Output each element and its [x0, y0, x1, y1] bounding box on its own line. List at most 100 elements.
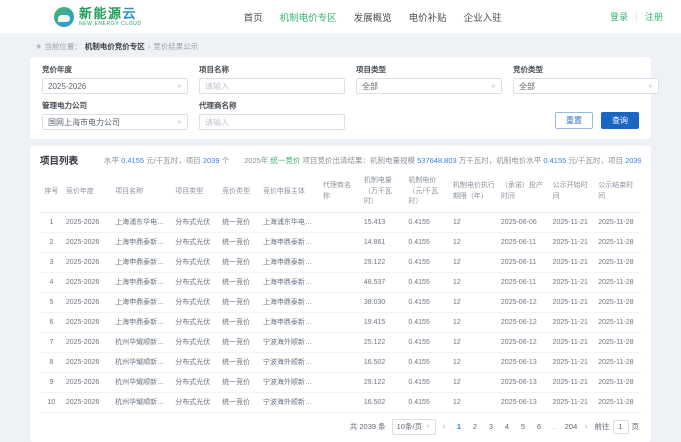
agent-name-input[interactable]: 请输入	[199, 114, 345, 130]
cell-exec-years: 12	[449, 272, 498, 293]
cell-mech-price: 0.4155	[405, 232, 450, 253]
cell-commission-time: 2025-06-12	[497, 332, 550, 353]
cell-index: 1	[40, 212, 63, 233]
cell-commission-time: 2025-06-13	[497, 392, 550, 413]
cell-bid-year: 2025-2026	[62, 292, 113, 313]
cell-agent-name	[320, 372, 361, 393]
goto-page-input[interactable]: 1	[612, 419, 629, 434]
nav-item-enterprise-join[interactable]: 企业入驻	[464, 10, 502, 24]
page-button-3[interactable]: 3	[485, 420, 498, 434]
cell-project-name: 杭州华耀顺新能...	[112, 372, 173, 393]
page-button-6[interactable]: 6	[533, 420, 546, 434]
table-row: 4 2025-2026 上海申鼎泰新能... 分布式光伏 统一竞价 上海申鼎泰新能... 4…	[40, 272, 641, 293]
cell-mech-energy: 38.030	[360, 292, 406, 313]
cell-agent-name	[320, 392, 361, 413]
cell-publish-start: 2025-11-21	[549, 332, 596, 353]
nav-item-price-subsidy[interactable]: 电价补贴	[409, 10, 447, 24]
cell-mech-price: 0.4155	[405, 392, 450, 413]
page-button-2[interactable]: 2	[469, 420, 482, 434]
cell-bid-type: 统一竞价	[219, 332, 260, 353]
reset-button[interactable]: 重置	[555, 112, 593, 129]
result-ticker: 水平 0.4155 元/千瓦时，项目 2039 个 2025年 统一竞价 项目竞…	[104, 155, 641, 166]
project-name-value: 请输入	[205, 81, 229, 91]
table-row: 10 2025-2026 杭州华耀顺新能... 分布式光伏 统一竞价 宁波海外顺新能...…	[40, 392, 641, 413]
filter-label-bid-year: 竞价年度	[42, 65, 72, 74]
cell-publish-start: 2025-11-21	[549, 212, 596, 233]
top-bar: 新能源云 NEW ENERGY CLOUD 首页 机制电价专区 发展概览 电价补贴 企业…	[0, 0, 681, 34]
cell-exec-years: 12	[449, 352, 498, 373]
cell-publish-start: 2025-11-21	[549, 232, 596, 253]
cell-mech-energy: 16.502	[360, 352, 406, 373]
logo[interactable]: 新能源云 NEW ENERGY CLOUD	[54, 5, 142, 27]
cell-publish-start: 2025-11-21	[549, 292, 596, 313]
table-row: 9 2025-2026 杭州华耀顺新能... 分布式光伏 统一竞价 宁波海外顺新能... 2…	[40, 372, 641, 393]
cell-bid-type: 统一竞价	[219, 272, 260, 293]
cell-mech-energy: 16.502	[360, 392, 406, 413]
breadcrumb: ◉ 当前位置： 机制电价竞价专区 › 竞价结果公示	[0, 34, 681, 57]
result-list-panel: 项目列表 水平 0.4155 元/千瓦时，项目 2039 个 2025年 统一竞…	[30, 146, 651, 442]
cell-bid-year: 2025-2026	[62, 372, 113, 393]
filter-label-power-company: 管理电力公司	[42, 101, 87, 110]
cell-declare-entity: 宁波海外顺新能...	[259, 352, 321, 373]
cell-mech-energy: 29.122	[360, 372, 406, 393]
page-button-4[interactable]: 4	[501, 420, 514, 434]
page-ellipsis: ...	[551, 422, 559, 431]
cell-commission-time: 2025-06-11	[497, 272, 550, 293]
page-size-value: 10条/页	[396, 422, 423, 431]
filter-field-agent-name: 代理商名称 请输入	[199, 100, 345, 130]
breadcrumb-section[interactable]: 机制电价竞价专区	[85, 41, 145, 52]
project-type-select[interactable]: 全部 ∨	[356, 78, 502, 94]
bid-year-select[interactable]: 2025-2026 ∨	[42, 78, 188, 94]
ticker-segment: 2039	[202, 155, 220, 165]
cell-index: 2	[40, 232, 63, 253]
register-link[interactable]: 注册	[645, 10, 663, 23]
next-page-button[interactable]: ›	[584, 422, 589, 431]
search-button[interactable]: 查询	[601, 112, 639, 129]
cell-bid-type: 统一竞价	[219, 292, 260, 313]
cell-agent-name	[320, 252, 361, 273]
location-icon: ◉	[36, 43, 42, 50]
header-cell-publish-end: 公示结束时间	[595, 172, 641, 213]
cell-index: 5	[40, 292, 63, 313]
page-size-select[interactable]: 10条/页 ∨	[391, 418, 436, 435]
power-company-value: 国网上海市电力公司	[48, 117, 120, 127]
cell-index: 7	[40, 332, 63, 353]
project-name-input[interactable]: 请输入	[199, 78, 345, 94]
page-button-1[interactable]: 1	[453, 420, 466, 434]
nav-item-mechanism-price[interactable]: 机制电价专区	[280, 10, 337, 24]
page-button-204[interactable]: 204	[565, 420, 578, 434]
cell-bid-year: 2025-2026	[62, 392, 113, 413]
nav-item-home[interactable]: 首页	[244, 10, 263, 24]
power-company-select[interactable]: 国网上海市电力公司 ∨	[42, 114, 188, 130]
cell-publish-end: 2025-11-28	[595, 372, 641, 393]
cell-exec-years: 12	[449, 232, 498, 253]
filter-field-power-company: 管理电力公司国网上海市电力公司 ∨	[42, 100, 188, 130]
table-row: 6 2025-2026 上海申鼎泰新能... 分布式光伏 统一竞价 上海申鼎泰新能... 1…	[40, 312, 641, 333]
cell-agent-name	[320, 332, 361, 353]
login-link[interactable]: 登录	[610, 10, 628, 23]
breadcrumb-prefix: 当前位置：	[44, 42, 82, 51]
cell-declare-entity: 上海申鼎泰新能...	[259, 292, 321, 313]
cell-bid-type: 统一竞价	[219, 352, 260, 373]
logo-title-green: 新能源	[79, 5, 123, 21]
table-row: 8 2025-2026 杭州华耀顺新能... 分布式光伏 统一竞价 宁波海外顺新能... 1…	[40, 352, 641, 373]
cell-project-name: 杭州华耀顺新能...	[112, 392, 173, 413]
nav-item-development-overview[interactable]: 发展概览	[354, 10, 392, 24]
cell-publish-start: 2025-11-21	[549, 252, 596, 273]
bid-type-select[interactable]: 全部 ∨	[513, 78, 659, 94]
prev-page-button[interactable]: ‹	[442, 422, 447, 431]
cell-declare-entity: 宁波海外顺新能...	[259, 372, 321, 393]
cell-commission-time: 2025-06-11	[497, 252, 550, 273]
pagination: 共 2039 条 10条/页 ∨ ‹ 1 2 3 4 5 6... 204 › 前往 1 页	[40, 413, 641, 439]
table-row: 5 2025-2026 上海申鼎泰新能... 分布式光伏 统一竞价 上海申鼎泰新能... 3…	[40, 292, 641, 313]
page-button-5[interactable]: 5	[517, 420, 530, 434]
cell-declare-entity: 上海申鼎泰新能...	[259, 312, 321, 333]
goto-page: 前往 1 页	[595, 419, 639, 434]
cell-publish-end: 2025-11-28	[595, 252, 641, 273]
ticker-segment: 元/千瓦时，项目	[144, 155, 203, 165]
cell-declare-entity: 上海申鼎泰新能...	[259, 272, 321, 293]
cell-agent-name	[320, 272, 361, 293]
total-count: 共 2039 条	[349, 422, 386, 431]
cell-exec-years: 12	[449, 312, 498, 333]
cell-publish-end: 2025-11-28	[595, 352, 641, 373]
